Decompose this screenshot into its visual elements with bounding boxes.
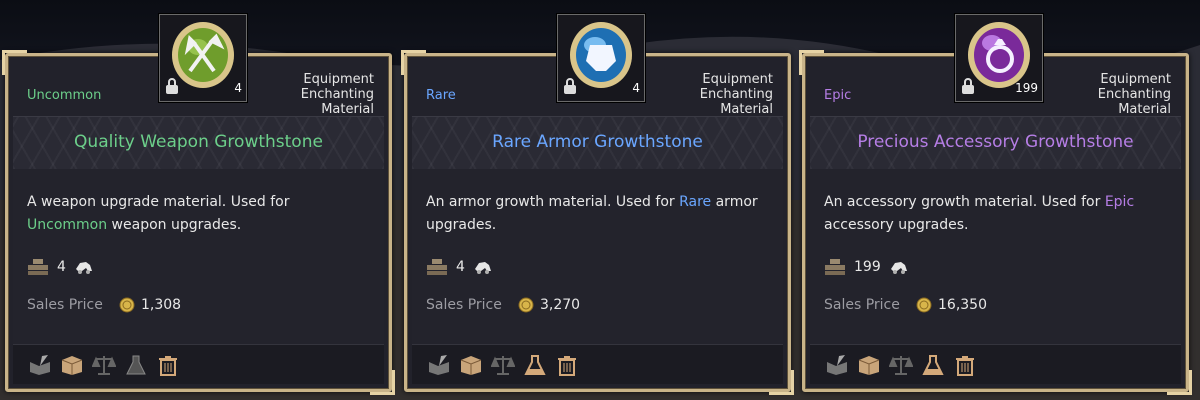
sales-price-value: 1,308 [141, 297, 182, 313]
crate-icon[interactable] [59, 352, 85, 378]
silver-coin-icon [518, 297, 534, 313]
quantity: 199 [854, 259, 881, 275]
category-line: Equipment [1100, 72, 1171, 87]
stock-row: 199 [824, 255, 909, 279]
title-band: Rare Armor Growthstone [412, 116, 783, 170]
category-line: Material [720, 102, 773, 117]
tooltip-actions [13, 344, 384, 384]
item-category: Equipment Enchanting Material [1061, 72, 1171, 117]
tooltip-actions [412, 344, 783, 384]
green-gem-hammer-icon: 4 [159, 14, 247, 102]
description-highlight: Rare [679, 194, 712, 210]
description-text: An accessory growth material. Used for [824, 194, 1105, 210]
quantity: 4 [456, 259, 465, 275]
item-description: An armor growth material. Used for Rare … [426, 191, 776, 237]
book-quill-icon[interactable] [27, 352, 53, 378]
blue-gem-armor-icon: 4 [557, 14, 645, 102]
rarity-label: Epic [824, 88, 852, 103]
rarity-label: Uncommon [27, 88, 102, 103]
stack-count: 4 [632, 81, 640, 95]
silver-coin-icon [119, 297, 135, 313]
stock-row: 4 [426, 255, 493, 279]
description-highlight: Epic [1104, 194, 1135, 210]
item-tooltip-card: Epic Equipment Enchanting Material Preci… [799, 50, 1192, 395]
rarity-label: Rare [426, 88, 456, 103]
description-text: accessory upgrades. [824, 217, 969, 233]
item-name: Quality Weapon Growthstone [74, 132, 323, 152]
category-line: Enchanting [300, 87, 374, 102]
stack-count: 199 [1015, 81, 1038, 95]
storage-bars-icon [825, 259, 845, 275]
book-quill-icon[interactable] [824, 352, 850, 378]
sales-price-row: Sales Price 3,270 [426, 297, 580, 313]
lock-icon [962, 78, 974, 94]
lock-icon [564, 78, 576, 94]
item-tooltip-card: Uncommon Equipment Enchanting Material Q… [2, 50, 395, 395]
flask-icon[interactable] [522, 352, 548, 378]
description-highlight: Uncommon [27, 217, 108, 233]
storage-bars-icon [28, 259, 48, 275]
sales-price-label: Sales Price [824, 297, 900, 313]
flask-icon[interactable] [123, 352, 149, 378]
quantity: 4 [57, 259, 66, 275]
category-line: Equipment [303, 72, 374, 87]
tooltip-body: An accessory growth material. Used for E… [810, 169, 1181, 346]
category-line: Equipment [702, 72, 773, 87]
description-text: A weapon upgrade material. Used for [27, 194, 290, 210]
sales-price-value: 3,270 [540, 297, 581, 313]
horse-wagon-icon [75, 262, 92, 274]
item-tooltip-card: Rare Equipment Enchanting Material Rare … [401, 50, 794, 395]
storage-bars-icon [427, 259, 447, 275]
category-line: Enchanting [699, 87, 773, 102]
stack-count: 4 [234, 81, 242, 95]
sales-price-label: Sales Price [426, 297, 502, 313]
title-band: Quality Weapon Growthstone [13, 116, 384, 170]
tooltip-actions [810, 344, 1181, 384]
item-name: Rare Armor Growthstone [492, 132, 703, 152]
crate-icon[interactable] [458, 352, 484, 378]
category-line: Material [1118, 102, 1171, 117]
horse-wagon-icon [890, 262, 907, 274]
scale-icon[interactable] [490, 352, 516, 378]
tooltip-body: A weapon upgrade material. Used for Unco… [13, 169, 384, 346]
purple-gem-ring-icon: 199 [955, 14, 1043, 102]
description-text: An armor growth material. Used for [426, 194, 680, 210]
lock-icon [166, 78, 178, 94]
category-line: Enchanting [1097, 87, 1171, 102]
description-text: weapon upgrades. [107, 217, 242, 233]
sales-price-value: 16,350 [938, 297, 987, 313]
flask-icon[interactable] [920, 352, 946, 378]
category-line: Material [321, 102, 374, 117]
book-quill-icon[interactable] [426, 352, 452, 378]
trash-icon[interactable] [554, 352, 580, 378]
sales-price-row: Sales Price 1,308 [27, 297, 181, 313]
trash-icon[interactable] [155, 352, 181, 378]
tooltip-body: An armor growth material. Used for Rare … [412, 169, 783, 346]
silver-coin-icon [916, 297, 932, 313]
scale-icon[interactable] [91, 352, 117, 378]
horse-wagon-icon [474, 262, 491, 274]
trash-icon[interactable] [952, 352, 978, 378]
item-category: Equipment Enchanting Material [264, 72, 374, 117]
sales-price-label: Sales Price [27, 297, 103, 313]
crate-icon[interactable] [856, 352, 882, 378]
item-category: Equipment Enchanting Material [663, 72, 773, 117]
title-band: Precious Accessory Growthstone [810, 116, 1181, 170]
item-description: A weapon upgrade material. Used for Unco… [27, 191, 377, 237]
scale-icon[interactable] [888, 352, 914, 378]
stock-row: 4 [27, 255, 94, 279]
item-name: Precious Accessory Growthstone [857, 132, 1134, 152]
item-description: An accessory growth material. Used for E… [824, 191, 1174, 237]
sales-price-row: Sales Price 16,350 [824, 297, 987, 313]
